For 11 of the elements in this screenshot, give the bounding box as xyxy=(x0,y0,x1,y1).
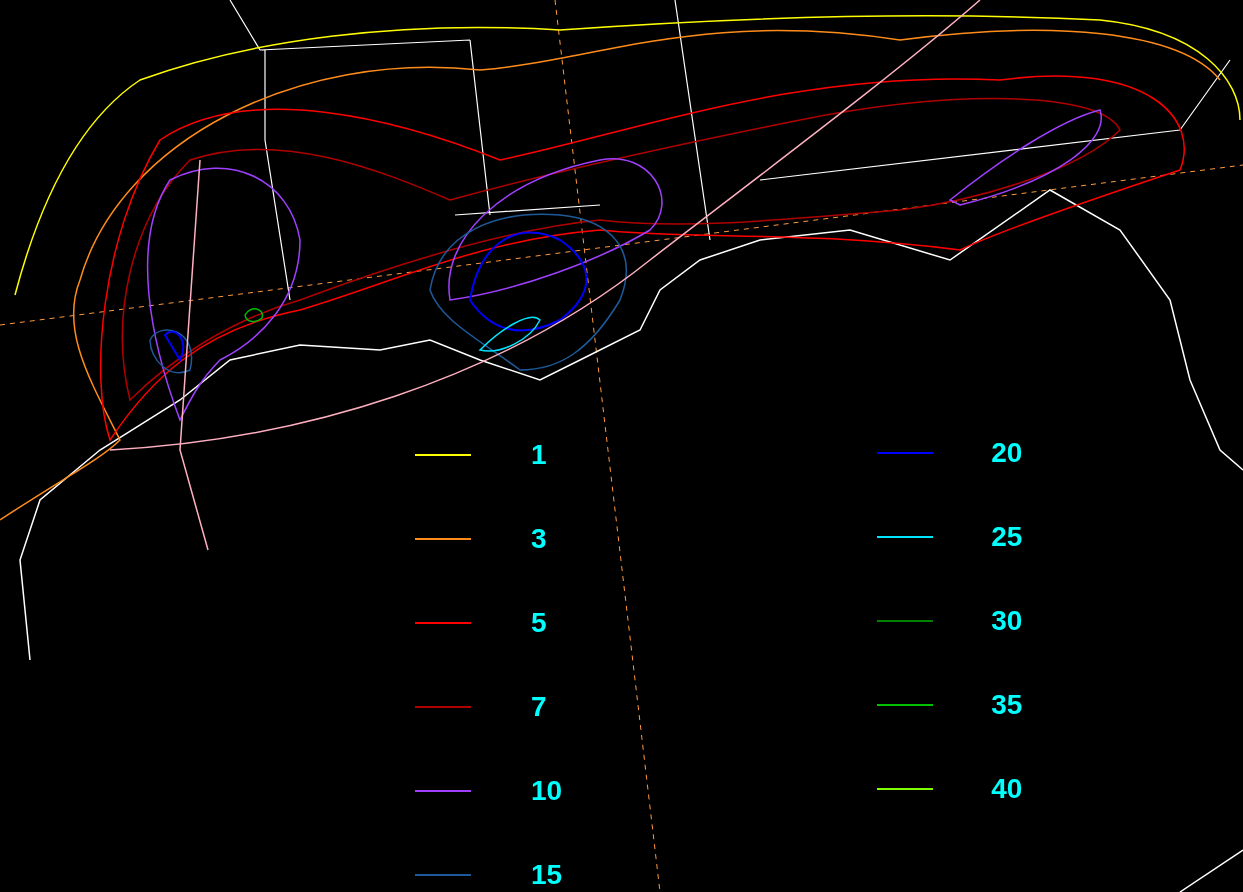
legend-label: 10 xyxy=(531,775,563,807)
legend-label: 1 xyxy=(531,439,547,471)
legend-label: 25 xyxy=(991,521,1023,553)
legend-label: 7 xyxy=(531,691,547,723)
legend-label: 3 xyxy=(531,523,547,555)
legend-label: 35 xyxy=(991,689,1023,721)
legend-label: 15 xyxy=(531,859,563,891)
legend-label: 5 xyxy=(531,607,547,639)
legend-label: 20 xyxy=(991,437,1023,469)
legend-label: 40 xyxy=(991,773,1023,805)
legend-label: 30 xyxy=(991,605,1023,637)
